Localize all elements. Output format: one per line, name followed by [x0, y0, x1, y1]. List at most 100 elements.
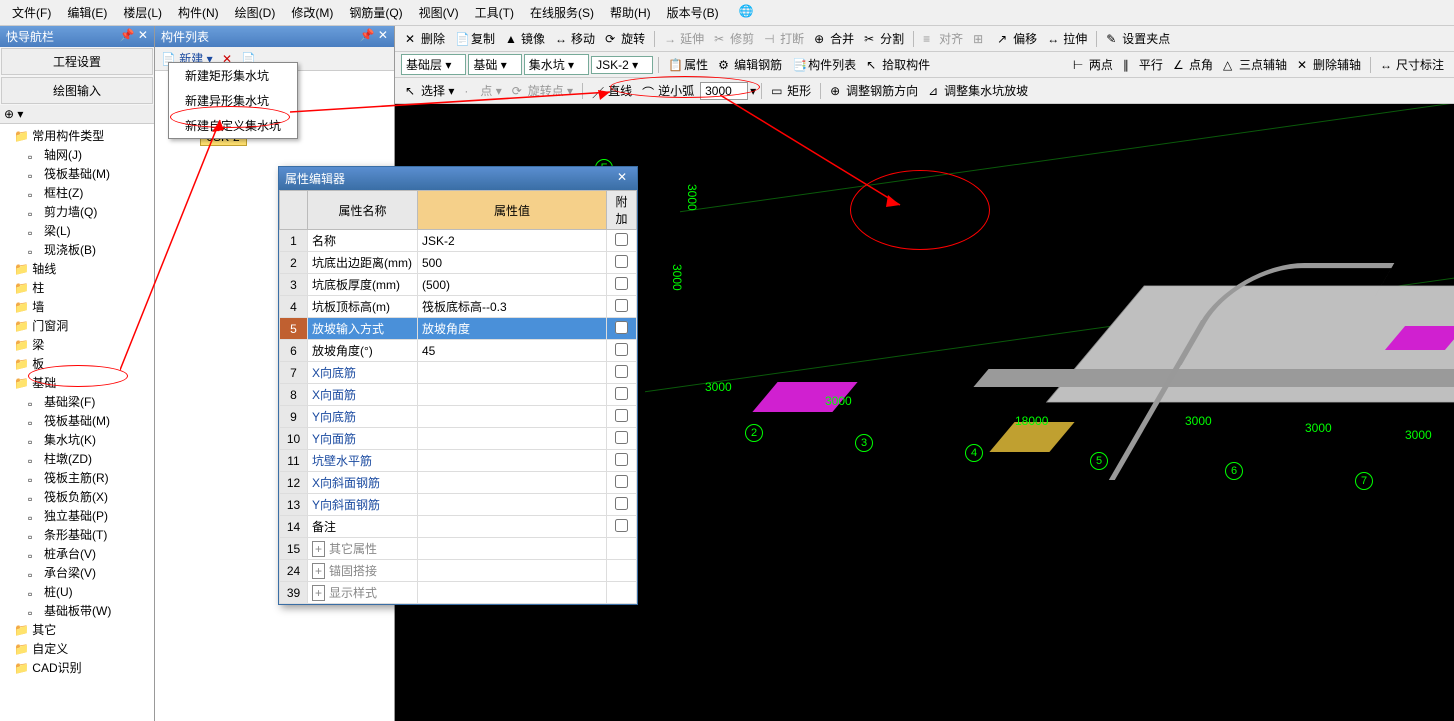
tree-node[interactable]: 📁 常用构件类型	[2, 126, 152, 145]
menu-version[interactable]: 版本号(B)	[659, 2, 727, 23]
tree-node[interactable]: ▫基础梁(F)	[2, 392, 152, 411]
tb-拾取构件[interactable]: ↖拾取构件	[862, 54, 934, 75]
extra-checkbox[interactable]	[615, 277, 628, 290]
tb-尺寸标注[interactable]: ↔尺寸标注	[1376, 54, 1448, 75]
tb-镜像[interactable]: ▲镜像	[501, 28, 549, 49]
menu-tools[interactable]: 工具(T)	[467, 2, 522, 23]
tb-调整钢筋方向[interactable]: ⊕调整钢筋方向	[826, 80, 922, 101]
prop-row[interactable]: 13Y向斜面钢筋	[280, 494, 637, 516]
extra-checkbox[interactable]	[615, 321, 628, 334]
tree-node[interactable]: 📁 CAD识别	[2, 658, 152, 677]
tree-node[interactable]: ▫桩承台(V)	[2, 544, 152, 563]
tree-node[interactable]: ▫条形基础(T)	[2, 525, 152, 544]
tb-平行[interactable]: ∥平行	[1119, 54, 1167, 75]
tb-旋转[interactable]: ⟳旋转	[601, 28, 649, 49]
tree-node[interactable]: 📁 梁	[2, 335, 152, 354]
tree-node[interactable]: ▫桩(U)	[2, 582, 152, 601]
prop-row[interactable]: 11坑壁水平筋	[280, 450, 637, 472]
tb-点角[interactable]: ∠点角	[1169, 54, 1217, 75]
prop-row[interactable]: 24+锚固搭接	[280, 560, 637, 582]
menu-edit[interactable]: 编辑(E)	[59, 2, 115, 23]
tb-逆小弧[interactable]: ⌒逆小弧	[638, 80, 698, 101]
tree-node[interactable]: ▫框柱(Z)	[2, 183, 152, 202]
tree-node[interactable]: ▫筏板基础(M)	[2, 411, 152, 430]
prop-row[interactable]: 4坑板顶标高(m)筏板底标高--0.3	[280, 296, 637, 318]
prop-row[interactable]: 14备注	[280, 516, 637, 538]
tb-调整集水坑放坡[interactable]: ⊿调整集水坑放坡	[924, 80, 1032, 101]
tb-拉伸[interactable]: ↔拉伸	[1043, 28, 1091, 49]
pin-icon[interactable]: 📌 ✕	[120, 28, 148, 45]
extra-checkbox[interactable]	[615, 365, 628, 378]
menu-rebar[interactable]: 钢筋量(Q)	[341, 2, 410, 23]
extra-checkbox[interactable]	[615, 409, 628, 422]
prop-row[interactable]: 39+显示样式	[280, 582, 637, 604]
tree-node[interactable]: ▫筏板负筋(X)	[2, 487, 152, 506]
tree-node[interactable]: ▫承台梁(V)	[2, 563, 152, 582]
dialog-titlebar[interactable]: 属性编辑器 ✕	[279, 167, 637, 190]
tb-属性[interactable]: 📋属性	[664, 54, 712, 75]
arc-radius-input[interactable]	[700, 82, 748, 100]
menu-new-irregular-sump[interactable]: 新建异形集水坑	[169, 88, 297, 113]
extra-checkbox[interactable]	[615, 387, 628, 400]
menu-online[interactable]: 在线服务(S)	[522, 2, 602, 23]
tree-node[interactable]: 📁 轴线	[2, 259, 152, 278]
tree-node[interactable]: 📁 自定义	[2, 639, 152, 658]
tb-合并[interactable]: ⊕合并	[810, 28, 858, 49]
tree-node[interactable]: 📁 门窗洞	[2, 316, 152, 335]
dialog-close-button[interactable]: ✕	[613, 170, 631, 187]
tree-node[interactable]: ▫筏板基础(M)	[2, 164, 152, 183]
prop-row[interactable]: 5放坡输入方式放坡角度	[280, 318, 637, 340]
menu-draw[interactable]: 绘图(D)	[227, 2, 284, 23]
menu-new-custom-sump[interactable]: 新建自定义集水坑	[169, 113, 297, 138]
tb-三点辅轴[interactable]: △三点辅轴	[1219, 54, 1291, 75]
selector[interactable]: JSK-2 ▾	[591, 56, 653, 74]
menu-help[interactable]: 帮助(H)	[602, 2, 659, 23]
extra-checkbox[interactable]	[615, 299, 628, 312]
tab-project-settings[interactable]: 工程设置	[1, 48, 153, 75]
tb-复制[interactable]: 📄复制	[451, 28, 499, 49]
prop-row[interactable]: 6放坡角度(°)45	[280, 340, 637, 362]
selector[interactable]: 基础 ▾	[468, 54, 521, 75]
tb-偏移[interactable]: ↗偏移	[993, 28, 1041, 49]
tab-draw-input[interactable]: 绘图输入	[1, 77, 153, 104]
tb-矩形[interactable]: ▭矩形	[767, 80, 815, 101]
prop-row[interactable]: 7X向底筋	[280, 362, 637, 384]
tree-node[interactable]: 📁 墙	[2, 297, 152, 316]
tb-分割[interactable]: ✂分割	[860, 28, 908, 49]
tb-选择[interactable]: ↖选择 ▾	[401, 80, 458, 101]
menu-view[interactable]: 视图(V)	[411, 2, 467, 23]
selector[interactable]: 集水坑 ▾	[524, 54, 589, 75]
extra-checkbox[interactable]	[615, 519, 628, 532]
tb-删除[interactable]: ✕删除	[401, 28, 449, 49]
prop-row[interactable]: 2坑底出边距离(mm)500	[280, 252, 637, 274]
property-table[interactable]: 属性名称 属性值 附加 1名称JSK-22坑底出边距离(mm)5003坑底板厚度…	[279, 190, 637, 604]
tree-node[interactable]: ▫独立基础(P)	[2, 506, 152, 525]
tb-构件列表[interactable]: 📑构件列表	[788, 54, 860, 75]
tb-设置夹点[interactable]: ✎设置夹点	[1102, 28, 1174, 49]
extra-checkbox[interactable]	[615, 255, 628, 268]
tree-node[interactable]: 📁 基础	[2, 373, 152, 392]
tree-node[interactable]: 📁 板	[2, 354, 152, 373]
tb-编辑钢筋[interactable]: ⚙编辑钢筋	[714, 54, 786, 75]
prop-row[interactable]: 8X向面筋	[280, 384, 637, 406]
tree-node[interactable]: ▫现浇板(B)	[2, 240, 152, 259]
tree-node[interactable]: ▫柱墩(ZD)	[2, 449, 152, 468]
extra-checkbox[interactable]	[615, 453, 628, 466]
component-tree[interactable]: 📁 常用构件类型▫轴网(J)▫筏板基础(M)▫框柱(Z)▫剪力墙(Q)▫梁(L)…	[0, 124, 154, 721]
extra-checkbox[interactable]	[615, 343, 628, 356]
selector[interactable]: 基础层 ▾	[401, 54, 466, 75]
extra-checkbox[interactable]	[615, 497, 628, 510]
tree-node[interactable]: ▫基础板带(W)	[2, 601, 152, 620]
prop-row[interactable]: 10Y向面筋	[280, 428, 637, 450]
dropdown-icon[interactable]: ▾	[750, 84, 756, 98]
prop-row[interactable]: 3坑底板厚度(mm)(500)	[280, 274, 637, 296]
tree-node[interactable]: ▫梁(L)	[2, 221, 152, 240]
extra-checkbox[interactable]	[615, 475, 628, 488]
extra-checkbox[interactable]	[615, 431, 628, 444]
menu-file[interactable]: 文件(F)	[4, 2, 59, 23]
prop-row[interactable]: 12X向斜面钢筋	[280, 472, 637, 494]
menu-new-rect-sump[interactable]: 新建矩形集水坑	[169, 63, 297, 88]
tree-node[interactable]: ▫剪力墙(Q)	[2, 202, 152, 221]
tree-node[interactable]: ▫轴网(J)	[2, 145, 152, 164]
tree-node[interactable]: 📁 柱	[2, 278, 152, 297]
